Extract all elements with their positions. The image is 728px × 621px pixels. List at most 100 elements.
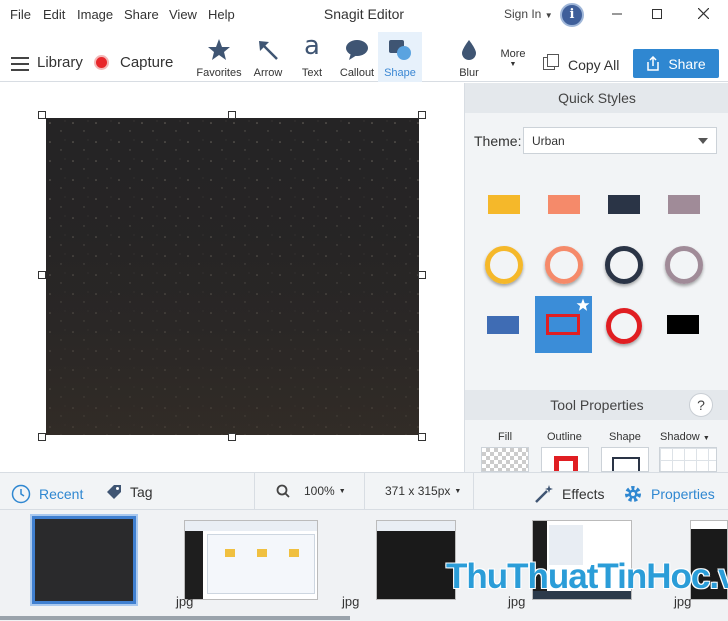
- close-button[interactable]: [683, 0, 723, 30]
- tool-shape[interactable]: Shape: [378, 32, 422, 82]
- resize-handle[interactable]: [38, 111, 46, 119]
- fill-label: Fill: [498, 431, 513, 443]
- sign-in-button[interactable]: Sign In ▼: [504, 7, 553, 21]
- minimize-button[interactable]: [597, 0, 637, 30]
- style-swatch-yellow-ring[interactable]: [485, 246, 523, 284]
- style-swatch-orange-ring[interactable]: [545, 246, 583, 284]
- shape-swatch[interactable]: [601, 447, 649, 472]
- copy-all-button[interactable]: Copy All: [568, 57, 619, 73]
- shape-label: Shape: [609, 431, 641, 443]
- shadow-swatch[interactable]: [659, 447, 717, 472]
- help-button[interactable]: ?: [689, 393, 713, 417]
- tool-favorites[interactable]: Favorites: [193, 32, 245, 82]
- hamburger-icon[interactable]: [11, 57, 29, 76]
- style-swatch-red-ring[interactable]: [606, 308, 642, 344]
- style-swatch-orange-rect[interactable]: [548, 195, 580, 214]
- tray-thumbnail[interactable]: [376, 520, 456, 600]
- share-label: Share: [668, 55, 706, 72]
- quick-styles-header: Quick Styles: [465, 83, 728, 113]
- style-swatch-navy-ring[interactable]: [605, 246, 643, 284]
- theme-label: Theme:: [474, 133, 522, 149]
- menu-edit[interactable]: Edit: [43, 7, 65, 22]
- tag-button[interactable]: Tag: [106, 484, 153, 500]
- style-swatch-yellow-rect[interactable]: [488, 195, 520, 214]
- recent-button[interactable]: Recent: [11, 484, 83, 504]
- search-icon: [276, 484, 290, 498]
- dimensions-control[interactable]: 371 x 315px ▼: [385, 484, 461, 498]
- tray-scrollbar[interactable]: [0, 616, 350, 620]
- tool-label: Callout: [339, 67, 375, 79]
- more-button[interactable]: More ▼: [497, 48, 529, 68]
- minimize-icon: [612, 13, 622, 15]
- resize-handle[interactable]: [38, 433, 46, 441]
- chevron-down-icon: ▼: [338, 487, 346, 495]
- style-swatch-selected[interactable]: [535, 296, 592, 353]
- capture-button[interactable]: Capture: [120, 54, 173, 71]
- tray-thumbnail-selected[interactable]: [32, 516, 136, 604]
- thumb-toolbar: [377, 521, 455, 531]
- maximize-icon: [652, 9, 662, 19]
- menu-help[interactable]: Help: [208, 7, 235, 22]
- info-button[interactable]: i: [560, 3, 584, 27]
- menu-share[interactable]: Share: [124, 7, 159, 22]
- properties-button[interactable]: Properties: [623, 484, 715, 504]
- menu-view[interactable]: View: [169, 7, 197, 22]
- tool-text[interactable]: a Text: [294, 31, 330, 82]
- tool-label: Favorites: [196, 67, 242, 79]
- tool-label: Blur: [459, 67, 479, 79]
- chevron-down-icon: ▼: [544, 11, 553, 20]
- tool-callout[interactable]: Callout: [335, 32, 379, 82]
- tool-arrow[interactable]: Arrow: [248, 32, 288, 82]
- canvas[interactable]: [0, 83, 464, 472]
- resize-handle[interactable]: [228, 111, 236, 119]
- fill-swatch[interactable]: [481, 447, 529, 472]
- menu-file[interactable]: File: [10, 7, 31, 22]
- maximize-button[interactable]: [637, 0, 677, 30]
- style-swatch-black-rect[interactable]: [667, 315, 699, 334]
- folder-icon: [257, 549, 267, 557]
- chevron-down-icon: ▼: [454, 487, 462, 495]
- record-icon[interactable]: [94, 55, 109, 70]
- resize-handle[interactable]: [418, 271, 426, 279]
- status-bar: Recent Tag 100% ▼ 371 x 315px ▼ Effects …: [0, 472, 728, 511]
- thumbnail-extension: jpg: [342, 594, 360, 609]
- style-swatch-blue-rect[interactable]: [487, 316, 519, 334]
- tray-thumbnail[interactable]: [184, 520, 318, 600]
- shadow-label[interactable]: Shadow ▼: [660, 431, 710, 443]
- divider: [364, 473, 365, 511]
- callout-icon: [346, 40, 368, 60]
- magic-wand-icon: [535, 485, 553, 503]
- text-icon: a: [304, 31, 320, 61]
- resize-handle[interactable]: [228, 433, 236, 441]
- clock-icon: [11, 484, 31, 504]
- style-swatch-mauve-ring[interactable]: [665, 246, 703, 284]
- toolbar: Library Capture Favorites Arrow a Text C…: [0, 30, 728, 82]
- style-swatch-navy-rect[interactable]: [608, 195, 640, 214]
- effects-button[interactable]: Effects: [534, 484, 605, 504]
- tool-blur[interactable]: Blur: [450, 32, 488, 82]
- zoom-control[interactable]: 100% ▼: [276, 484, 346, 498]
- effects-label: Effects: [562, 486, 605, 502]
- canvas-image[interactable]: [46, 118, 419, 435]
- share-button[interactable]: Share: [633, 49, 719, 78]
- thumbnail-extension: jpg: [176, 594, 194, 609]
- properties-label: Properties: [651, 486, 715, 502]
- more-label: More: [500, 48, 526, 60]
- red-rect-outline-icon: [546, 314, 580, 335]
- dimensions-value: 371 x 315px: [385, 484, 451, 498]
- shape-icon: [389, 40, 411, 60]
- shape-preview: [612, 457, 640, 471]
- outline-swatch[interactable]: [541, 447, 589, 472]
- theme-dropdown[interactable]: Urban: [523, 127, 717, 154]
- resize-handle[interactable]: [418, 111, 426, 119]
- chevron-down-icon: [698, 138, 708, 144]
- close-icon: [697, 7, 709, 20]
- style-swatch-mauve-rect[interactable]: [668, 195, 700, 214]
- divider: [473, 473, 474, 511]
- library-button[interactable]: Library: [37, 54, 83, 71]
- resize-handle[interactable]: [418, 433, 426, 441]
- menu-image[interactable]: Image: [77, 7, 113, 22]
- watermark: ThuThuatTinHoc.vn: [446, 557, 728, 596]
- resize-handle[interactable]: [38, 271, 46, 279]
- outline-preview: [554, 456, 578, 471]
